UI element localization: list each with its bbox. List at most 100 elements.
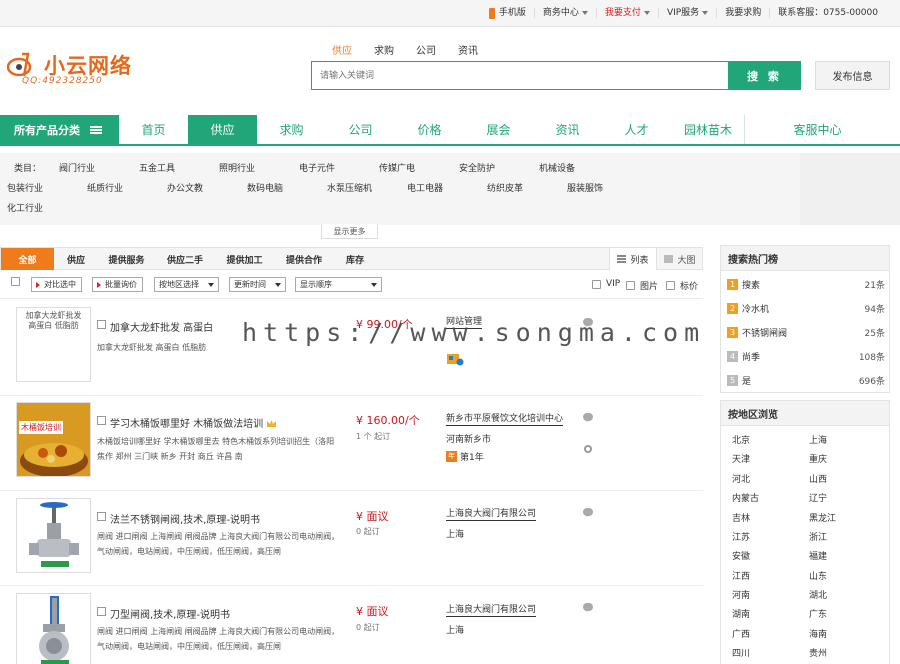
- nav-supply[interactable]: 供应: [188, 115, 257, 144]
- product-thumb[interactable]: 木桶饭培训: [16, 402, 91, 477]
- tab-stock[interactable]: 库存: [334, 248, 376, 270]
- time-select[interactable]: 更新时间: [229, 277, 286, 292]
- company-link[interactable]: 上海良大阀门有限公司: [446, 506, 537, 521]
- category-item[interactable]: 阀门行业: [59, 161, 95, 174]
- qq-icon[interactable]: [583, 444, 593, 454]
- hot-search-item[interactable]: 5 是 696条: [727, 373, 885, 387]
- site-logo[interactable]: 小云网络 QQ:492328250: [4, 44, 144, 90]
- region-link[interactable]: 江苏: [732, 530, 750, 543]
- category-item[interactable]: 照明行业: [219, 161, 255, 174]
- hot-search-item[interactable]: 1 搜素 21条: [727, 277, 885, 291]
- category-item[interactable]: 纺织皮革: [487, 181, 523, 194]
- image-filter[interactable]: 图片: [626, 279, 658, 292]
- hot-search-item[interactable]: 3 不锈钢闸阀 25条: [727, 325, 885, 339]
- category-item[interactable]: 包装行业: [7, 181, 43, 194]
- image-checkbox[interactable]: [626, 281, 635, 290]
- hot-search-item[interactable]: 2 冷水机 94条: [727, 301, 885, 315]
- product-thumb[interactable]: [16, 498, 91, 573]
- category-item[interactable]: 办公文教: [167, 181, 203, 194]
- show-more-button[interactable]: 显示更多: [321, 224, 378, 239]
- region-link[interactable]: 黑龙江: [809, 511, 836, 524]
- nav-news[interactable]: 资讯: [533, 115, 602, 144]
- region-link[interactable]: 山东: [809, 569, 827, 582]
- compare-button[interactable]: 对比选中: [31, 277, 82, 292]
- product-checkbox[interactable]: [97, 320, 106, 329]
- business-center-link[interactable]: 商务中心: [533, 8, 596, 18]
- publish-button[interactable]: 发布信息: [815, 61, 890, 90]
- chat-icon[interactable]: [583, 413, 593, 422]
- nav-service-center[interactable]: 客服中心: [744, 115, 890, 144]
- product-thumb[interactable]: [16, 593, 91, 664]
- category-item[interactable]: 数码电脑: [247, 181, 283, 194]
- search-tab-news[interactable]: 资讯: [458, 42, 478, 57]
- nav-buy[interactable]: 求购: [257, 115, 326, 144]
- contact-service-link[interactable]: 联系客服：0755-00000: [769, 8, 886, 18]
- nav-home[interactable]: 首页: [119, 115, 188, 144]
- region-link[interactable]: 天津: [732, 452, 750, 465]
- region-link[interactable]: 辽宁: [809, 491, 827, 504]
- search-tab-supply[interactable]: 供应: [332, 42, 352, 57]
- product-thumb[interactable]: 加拿大龙虾批发 高蛋白 低脂肪: [16, 307, 91, 382]
- product-checkbox[interactable]: [97, 607, 106, 616]
- region-link[interactable]: 贵州: [809, 646, 827, 659]
- nav-garden[interactable]: 园林苗木: [671, 115, 745, 144]
- vip-service-link[interactable]: VIP服务: [657, 8, 716, 18]
- region-link[interactable]: 上海: [809, 433, 827, 446]
- tab-supply[interactable]: 供应: [54, 248, 98, 270]
- region-link[interactable]: 吉林: [732, 511, 750, 524]
- product-title[interactable]: 学习木桶饭哪里好 木桶饭做法培训: [110, 415, 277, 430]
- region-link[interactable]: 江西: [732, 569, 750, 582]
- tab-cooperation[interactable]: 提供合作: [274, 248, 334, 270]
- category-item[interactable]: 服装服饰: [567, 181, 603, 194]
- chat-icon[interactable]: [583, 508, 593, 517]
- category-item[interactable]: 五金工具: [139, 161, 175, 174]
- region-link[interactable]: 湖南: [732, 607, 750, 620]
- region-link[interactable]: 福建: [809, 549, 827, 562]
- search-tab-company[interactable]: 公司: [416, 42, 436, 57]
- region-link[interactable]: 广东: [809, 607, 827, 620]
- select-all-checkbox[interactable]: [11, 277, 20, 286]
- price-checkbox[interactable]: [666, 281, 675, 290]
- chat-icon[interactable]: [583, 603, 593, 612]
- region-link[interactable]: 安徽: [732, 549, 750, 562]
- nav-price[interactable]: 价格: [395, 115, 464, 144]
- company-link[interactable]: 新乡市平原餐饮文化培训中心: [446, 411, 564, 426]
- search-input[interactable]: [312, 62, 728, 89]
- nav-talent[interactable]: 人才: [602, 115, 671, 144]
- category-item[interactable]: 机械设备: [539, 161, 575, 174]
- view-grid-button[interactable]: 大图: [656, 248, 703, 270]
- tab-service[interactable]: 提供服务: [98, 248, 155, 270]
- region-link[interactable]: 重庆: [809, 452, 827, 465]
- buy-request-link[interactable]: 我要求购: [716, 8, 769, 18]
- region-link[interactable]: 河北: [732, 472, 750, 485]
- batch-inquiry-button[interactable]: 批量询价: [92, 277, 143, 292]
- region-select[interactable]: 按地区选择: [154, 277, 219, 292]
- category-item[interactable]: 水泵压缩机: [327, 181, 372, 194]
- region-link[interactable]: 内蒙古: [732, 491, 759, 504]
- nav-exhibition[interactable]: 展会: [464, 115, 533, 144]
- product-checkbox[interactable]: [97, 416, 106, 425]
- product-title[interactable]: 加拿大龙虾批发 高蛋白: [110, 319, 213, 334]
- payment-link[interactable]: 我要支付: [595, 8, 658, 18]
- price-filter[interactable]: 标价: [666, 279, 698, 292]
- search-button[interactable]: 搜 索: [728, 61, 801, 90]
- category-item[interactable]: 电工电器: [407, 181, 443, 194]
- region-link[interactable]: 湖北: [809, 588, 827, 601]
- vip-filter[interactable]: VIP: [592, 279, 620, 289]
- category-item[interactable]: 传媒广电: [379, 161, 415, 174]
- category-item[interactable]: 纸质行业: [87, 181, 123, 194]
- region-link[interactable]: 四川: [732, 646, 750, 659]
- tab-all[interactable]: 全部: [1, 248, 54, 270]
- company-link[interactable]: 上海良大阀门有限公司: [446, 602, 537, 617]
- region-link[interactable]: 广西: [732, 627, 750, 640]
- region-link[interactable]: 北京: [732, 433, 750, 446]
- category-item[interactable]: 安全防护: [459, 161, 495, 174]
- order-select[interactable]: 显示顺序: [295, 277, 382, 292]
- region-link[interactable]: 河南: [732, 588, 750, 601]
- region-link[interactable]: 海南: [809, 627, 827, 640]
- product-checkbox[interactable]: [97, 512, 106, 521]
- category-item[interactable]: 电子元件: [299, 161, 335, 174]
- hot-search-item[interactable]: 4 尚季 108条: [727, 349, 885, 363]
- product-title[interactable]: 法兰不锈钢闸阀,技术,原理-说明书: [110, 511, 260, 526]
- tab-processing[interactable]: 提供加工: [215, 248, 274, 270]
